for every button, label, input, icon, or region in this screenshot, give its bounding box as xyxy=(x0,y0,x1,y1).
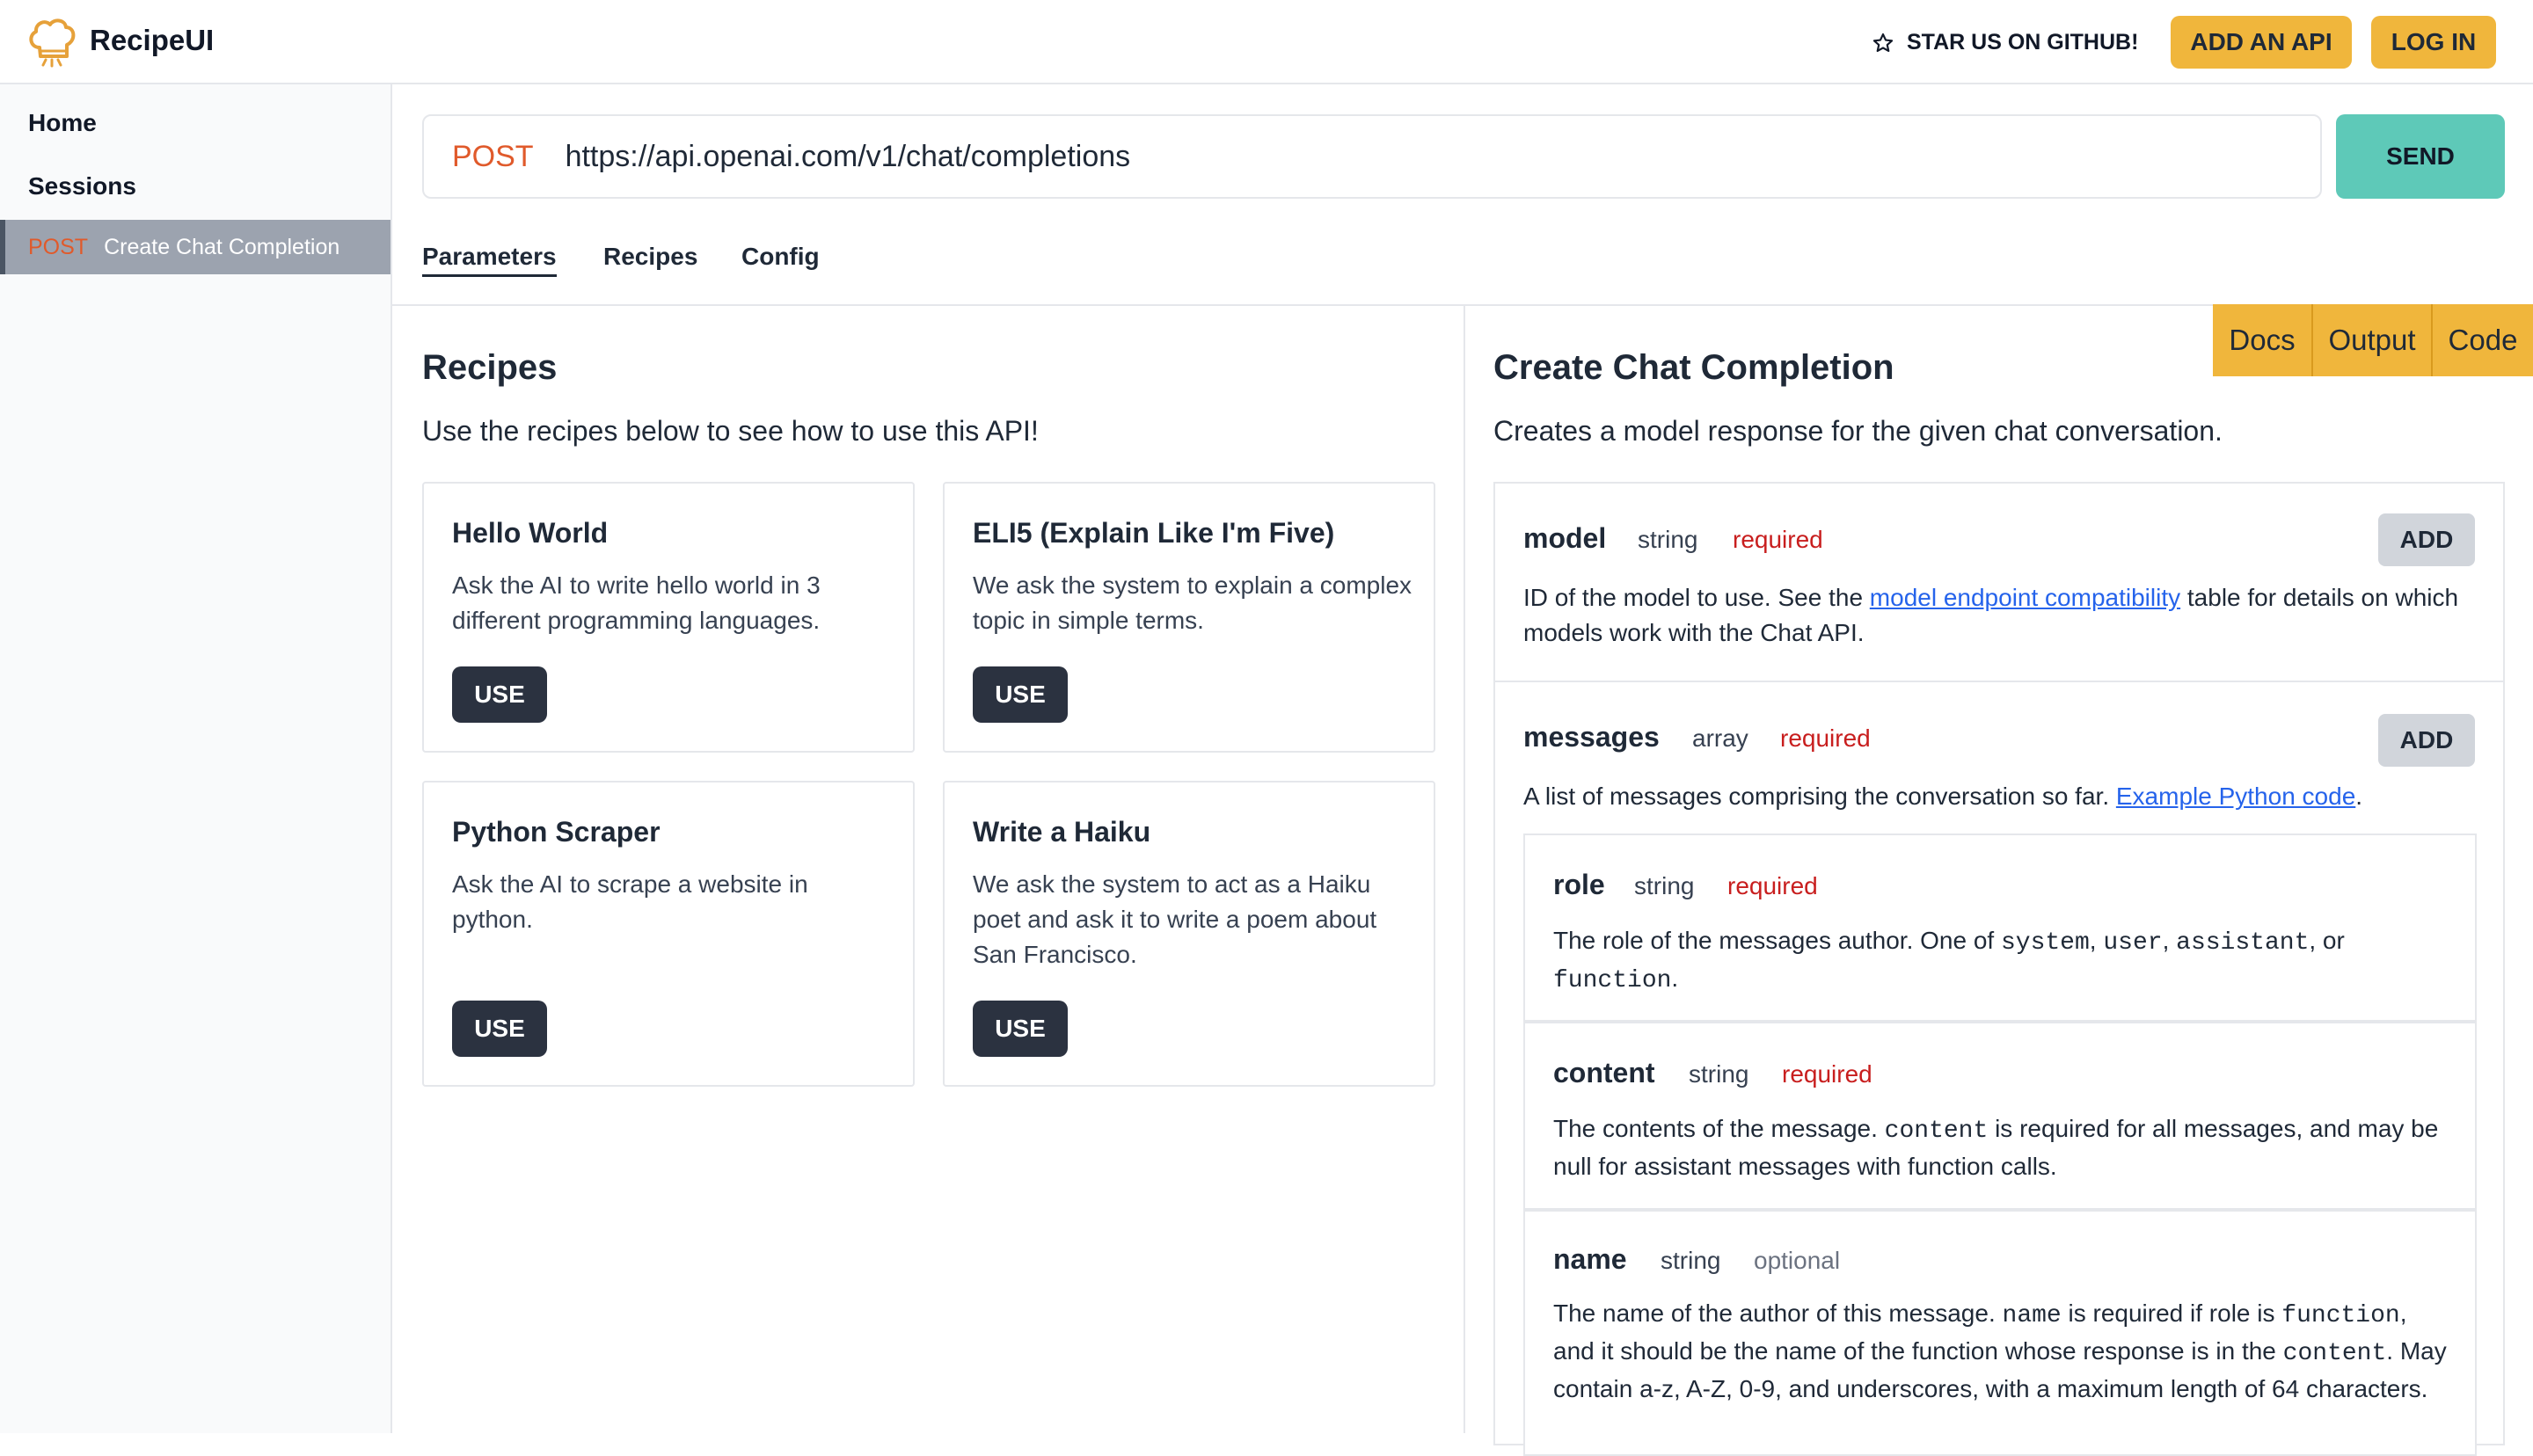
param-description: The name of the author of this message. … xyxy=(1553,1299,2447,1402)
tab-recipes[interactable]: Recipes xyxy=(603,243,697,271)
tab-output[interactable]: Output xyxy=(2311,304,2431,376)
log-in-button[interactable]: LOG IN xyxy=(2371,16,2496,69)
recipe-card-write-a-haiku[interactable]: Write a Haiku We ask the system to act a… xyxy=(943,781,1435,1087)
recipe-card-python-scraper[interactable]: Python Scraper Ask the AI to scrape a we… xyxy=(422,781,915,1087)
request-url[interactable]: https://api.openai.com/v1/chat/completio… xyxy=(566,140,1131,174)
star-on-github-label: STAR US ON GITHUB! xyxy=(1907,30,2139,55)
param-name: role xyxy=(1553,869,1605,900)
panel-divider xyxy=(1464,304,1465,1433)
send-button[interactable]: SEND xyxy=(2336,114,2505,199)
param-content: content string required The contents of … xyxy=(1523,1022,2477,1210)
docs-heading: Create Chat Completion xyxy=(1493,348,1894,387)
param-type: string xyxy=(1638,526,1698,553)
param-description: The contents of the message. content is … xyxy=(1553,1115,2439,1180)
recipe-description: We ask the system to act as a Haiku poet… xyxy=(973,870,1377,968)
star-on-github-link[interactable]: STAR US ON GITHUB! xyxy=(1872,30,2138,55)
star-icon xyxy=(1872,33,1894,52)
tab-docs[interactable]: Docs xyxy=(2213,304,2311,376)
session-label: Create Chat Completion xyxy=(104,234,340,259)
param-required: required xyxy=(1780,724,1871,752)
param-required: required xyxy=(1733,526,1823,553)
use-button[interactable]: USE xyxy=(452,1001,547,1057)
param-description: ID of the model to use. See the model en… xyxy=(1523,584,2459,646)
docs-subheading: Creates a model response for the given c… xyxy=(1493,415,2223,447)
brand-name[interactable]: RecipeUI xyxy=(90,24,214,57)
recipe-title: ELI5 (Explain Like I'm Five) xyxy=(973,517,1335,549)
param-type: string xyxy=(1661,1247,1721,1274)
param-type: array xyxy=(1692,724,1748,752)
recipe-description: Ask the AI to write hello world in 3 dif… xyxy=(452,571,821,634)
tab-config[interactable]: Config xyxy=(741,243,820,271)
add-messages-button[interactable]: ADD xyxy=(2378,714,2475,767)
param-optional: optional xyxy=(1754,1247,1841,1274)
recipe-title: Write a Haiku xyxy=(973,816,1151,848)
param-messages: messages array required ADD A list of me… xyxy=(1493,681,2505,1456)
param-name: content xyxy=(1553,1057,1655,1088)
sidebar-item-sessions[interactable]: Sessions xyxy=(28,172,136,200)
request-method[interactable]: POST xyxy=(452,140,534,174)
param-required: required xyxy=(1727,872,1818,899)
param-name: model xyxy=(1523,522,1607,554)
content-divider xyxy=(392,304,2533,306)
use-button[interactable]: USE xyxy=(973,1001,1068,1057)
tab-code[interactable]: Code xyxy=(2431,304,2533,376)
param-description: A list of messages comprising the conver… xyxy=(1523,783,2363,810)
use-button[interactable]: USE xyxy=(973,666,1068,723)
recipe-description: Ask the AI to scrape a website in python… xyxy=(452,870,808,933)
param-description: The role of the messages author. One of … xyxy=(1553,927,2345,994)
add-model-button[interactable]: ADD xyxy=(2378,513,2475,566)
recipe-card-eli5[interactable]: ELI5 (Explain Like I'm Five) We ask the … xyxy=(943,482,1435,753)
param-name: messages xyxy=(1523,721,1660,753)
param-model: model string required ADD ID of the mode… xyxy=(1493,482,2505,682)
tab-parameters[interactable]: Parameters xyxy=(422,243,557,277)
recipe-description: We ask the system to explain a complex t… xyxy=(973,571,1412,634)
session-method: POST xyxy=(28,234,89,259)
param-required: required xyxy=(1782,1060,1872,1088)
recipe-title: Hello World xyxy=(452,517,609,549)
docs-tabs: Docs Output Code xyxy=(2213,304,2533,376)
example-python-code-link[interactable]: Example Python code xyxy=(2116,783,2355,810)
chef-hat-logo-icon[interactable] xyxy=(26,16,77,69)
model-endpoint-compatibility-link[interactable]: model endpoint compatibility xyxy=(1870,584,2180,611)
recipes-heading: Recipes xyxy=(422,348,558,387)
top-bar: RecipeUI STAR US ON GITHUB! ADD AN API L… xyxy=(0,0,2533,84)
add-api-button[interactable]: ADD AN API xyxy=(2171,16,2352,69)
param-name: name xyxy=(1553,1243,1627,1275)
sidebar-session-create-chat-completion[interactable]: POST Create Chat Completion xyxy=(0,220,391,274)
recipes-subheading: Use the recipes below to see how to use … xyxy=(422,415,1039,447)
param-name-field: name string optional The name of the aut… xyxy=(1523,1210,2477,1456)
sidebar: Home Sessions POST Create Chat Completio… xyxy=(0,84,392,1433)
use-button[interactable]: USE xyxy=(452,666,547,723)
param-type: string xyxy=(1689,1060,1749,1088)
recipe-card-hello-world[interactable]: Hello World Ask the AI to write hello wo… xyxy=(422,482,915,753)
url-input[interactable]: POST https://api.openai.com/v1/chat/comp… xyxy=(422,114,2322,199)
recipe-title: Python Scraper xyxy=(452,816,661,848)
param-role: role string required The role of the mes… xyxy=(1523,834,2477,1022)
sidebar-item-home[interactable]: Home xyxy=(28,109,97,137)
param-type: string xyxy=(1634,872,1695,899)
